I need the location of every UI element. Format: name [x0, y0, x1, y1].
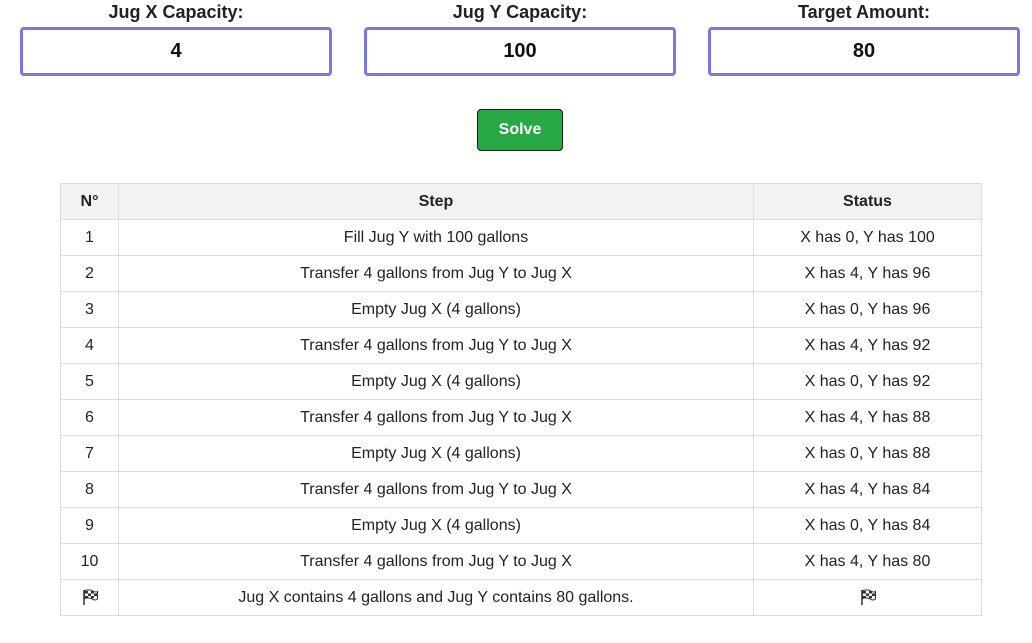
- table-row: 8 Transfer 4 gallons from Jug Y to Jug X…: [60, 471, 982, 508]
- row-number: 3: [60, 291, 119, 328]
- final-message: Jug X contains 4 gallons and Jug Y conta…: [118, 579, 754, 616]
- table-row: 2 Transfer 4 gallons from Jug Y to Jug X…: [60, 255, 982, 292]
- final-flag-cell: [753, 579, 982, 616]
- row-step: Fill Jug Y with 100 gallons: [118, 219, 754, 256]
- final-flag-cell: [60, 579, 119, 616]
- row-number: 2: [60, 255, 119, 292]
- final-result-row: Jug X contains 4 gallons and Jug Y conta…: [60, 579, 982, 616]
- row-status: X has 0, Y has 88: [753, 435, 982, 472]
- row-number: 10: [60, 543, 119, 580]
- target-group: Target Amount:: [708, 0, 1020, 76]
- jug-x-input[interactable]: [20, 27, 332, 76]
- row-status: X has 0, Y has 96: [753, 291, 982, 328]
- row-status: X has 0, Y has 92: [753, 363, 982, 400]
- jug-y-group: Jug Y Capacity:: [364, 0, 676, 76]
- row-step: Empty Jug X (4 gallons): [118, 363, 754, 400]
- row-status: X has 4, Y has 88: [753, 399, 982, 436]
- row-status: X has 4, Y has 80: [753, 543, 982, 580]
- row-number: 6: [60, 399, 119, 436]
- row-number: 1: [60, 219, 119, 256]
- row-status: X has 0, Y has 100: [753, 219, 982, 256]
- header-step: Step: [118, 183, 754, 220]
- row-number: 7: [60, 435, 119, 472]
- jug-x-group: Jug X Capacity:: [20, 0, 332, 76]
- row-step: Transfer 4 gallons from Jug Y to Jug X: [118, 471, 754, 508]
- row-step: Empty Jug X (4 gallons): [118, 435, 754, 472]
- row-step: Transfer 4 gallons from Jug Y to Jug X: [118, 327, 754, 364]
- row-step: Transfer 4 gallons from Jug Y to Jug X: [118, 255, 754, 292]
- steps-table: N° Step Status 1 Fill Jug Y with 100 gal…: [60, 183, 982, 616]
- row-step: Transfer 4 gallons from Jug Y to Jug X: [118, 399, 754, 436]
- table-row: 6 Transfer 4 gallons from Jug Y to Jug X…: [60, 399, 982, 436]
- table-row: 4 Transfer 4 gallons from Jug Y to Jug X…: [60, 327, 982, 364]
- row-number: 8: [60, 471, 119, 508]
- jug-y-input[interactable]: [364, 27, 676, 76]
- table-row: 9 Empty Jug X (4 gallons) X has 0, Y has…: [60, 507, 982, 544]
- table-row: 1 Fill Jug Y with 100 gallons X has 0, Y…: [60, 219, 982, 256]
- table-row: 10 Transfer 4 gallons from Jug Y to Jug …: [60, 543, 982, 580]
- solve-button[interactable]: Solve: [477, 109, 563, 151]
- row-number: 9: [60, 507, 119, 544]
- row-step: Empty Jug X (4 gallons): [118, 291, 754, 328]
- input-row: Jug X Capacity: Jug Y Capacity: Target A…: [0, 0, 1032, 80]
- row-number: 4: [60, 327, 119, 364]
- checkered-flag-icon: [860, 589, 876, 606]
- row-number: 5: [60, 363, 119, 400]
- row-status: X has 0, Y has 84: [753, 507, 982, 544]
- checkered-flag-icon: [82, 589, 98, 606]
- table-row: 7 Empty Jug X (4 gallons) X has 0, Y has…: [60, 435, 982, 472]
- target-input[interactable]: [708, 27, 1020, 76]
- row-step: Transfer 4 gallons from Jug Y to Jug X: [118, 543, 754, 580]
- header-number: N°: [60, 183, 119, 220]
- table-row: 3 Empty Jug X (4 gallons) X has 0, Y has…: [60, 291, 982, 328]
- table-header-row: N° Step Status: [60, 183, 982, 220]
- row-status: X has 4, Y has 92: [753, 327, 982, 364]
- header-status: Status: [753, 183, 982, 220]
- target-label: Target Amount:: [798, 2, 930, 22]
- jug-x-label: Jug X Capacity:: [108, 2, 244, 22]
- row-status: X has 4, Y has 84: [753, 471, 982, 508]
- jug-y-label: Jug Y Capacity:: [452, 2, 588, 22]
- row-status: X has 4, Y has 96: [753, 255, 982, 292]
- row-step: Empty Jug X (4 gallons): [118, 507, 754, 544]
- table-row: 5 Empty Jug X (4 gallons) X has 0, Y has…: [60, 363, 982, 400]
